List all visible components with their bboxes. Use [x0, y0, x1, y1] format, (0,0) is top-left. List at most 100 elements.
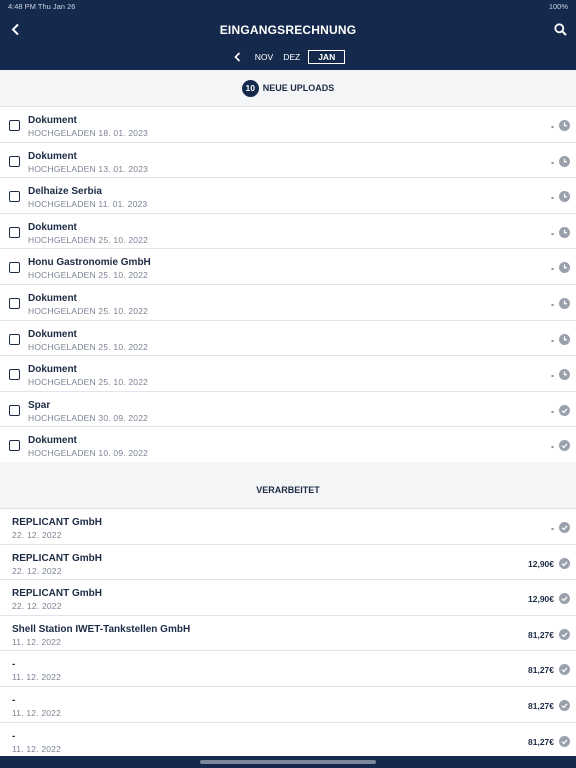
item-name: Spar — [28, 399, 51, 411]
clock-icon — [559, 120, 570, 131]
list-item[interactable]: Dokument HOCHGELADEN 13. 01. 2023 - — [0, 141, 576, 178]
item-date: HOCHGELADEN 13. 01. 2023 — [28, 163, 149, 174]
row-checkbox[interactable] — [9, 262, 20, 274]
status-time: 4:48 PM Thu Jan 26 — [8, 2, 76, 11]
item-name: Dokument — [28, 221, 77, 233]
row-checkbox[interactable] — [9, 440, 20, 452]
uploads-section-header: 10 NEUE UPLOADS — [0, 70, 576, 106]
row-checkbox[interactable] — [9, 120, 20, 131]
uploads-count-badge: 10 — [241, 79, 259, 97]
list-item[interactable]: REPLICANT GmbH 22. 12. 2022 12,90€ — [0, 543, 576, 580]
list-item[interactable]: REPLICANT GmbH 22. 12. 2022 - — [0, 508, 576, 544]
processed-section-header: VERARBEITET — [0, 472, 576, 508]
list-item[interactable]: Shell Station IWET-Tankstellen GmbH 11. 1… — [0, 614, 576, 651]
item-amount: 12,90€ — [528, 558, 554, 569]
list-item[interactable]: Dokument HOCHGELADEN 25. 10. 2022 - — [0, 283, 576, 320]
item-name: REPLICANT GmbH — [12, 552, 102, 564]
item-date: 22. 12. 2022 — [12, 530, 62, 540]
processed-section-title: VERARBEITET — [256, 485, 320, 495]
item-name: - — [12, 730, 16, 742]
item-name: Delhaize Serbia — [28, 186, 102, 198]
item-amount: 81,27€ — [528, 700, 554, 711]
home-indicator-area — [0, 756, 576, 768]
check-icon — [559, 440, 570, 452]
row-checkbox[interactable] — [9, 369, 20, 381]
item-name: Dokument — [28, 435, 77, 447]
clock-icon — [559, 297, 570, 309]
processed-list: REPLICANT GmbH 22. 12. 2022- REPLICANT Gmb… — [0, 508, 576, 758]
row-checkbox[interactable] — [9, 333, 20, 345]
item-date: 22. 12. 2022 — [12, 601, 62, 612]
chevron-left-icon — [234, 52, 241, 62]
list-item[interactable]: Dokument HOCHGELADEN 10. 09. 2022 - — [0, 426, 576, 462]
item-date: 11. 12. 2022 — [12, 636, 62, 647]
list-item[interactable]: -11. 12. 2022 81,27€ — [0, 721, 576, 758]
item-amount: - — [551, 121, 554, 131]
search-button[interactable] — [550, 20, 570, 38]
list-item[interactable]: -11. 12. 2022 81,27€ — [0, 650, 576, 686]
item-amount: - — [551, 441, 554, 452]
item-name: Honu Gastronomie GmbH — [28, 257, 151, 269]
search-icon — [553, 22, 567, 36]
item-name: - — [12, 659, 16, 671]
list-item[interactable]: Dokument HOCHGELADEN 18. 01. 2023 - — [0, 106, 576, 142]
item-date: 11. 12. 2022 — [12, 743, 62, 754]
item-amount: - — [551, 298, 554, 309]
item-amount: 81,27€ — [528, 629, 554, 640]
clock-icon — [559, 191, 570, 203]
item-name: Shell Station IWET-Tankstellen GmbH — [12, 623, 191, 635]
row-checkbox[interactable] — [9, 191, 20, 203]
uploads-list: Dokument HOCHGELADEN 18. 01. 2023- Dokumen… — [0, 106, 576, 462]
status-bar: 4:48 PM Thu Jan 26 100% — [8, 2, 568, 12]
clock-icon — [559, 226, 570, 238]
item-amount: - — [551, 370, 554, 381]
item-date: HOCHGELADEN 25. 10. 2022 — [28, 377, 149, 388]
check-icon — [559, 699, 570, 711]
clock-icon — [559, 369, 570, 381]
home-indicator[interactable] — [200, 760, 376, 764]
item-name: Dokument — [28, 115, 77, 126]
row-checkbox[interactable] — [9, 226, 20, 238]
item-date: HOCHGELADEN 25. 10. 2022 — [28, 234, 149, 245]
item-date: 22. 12. 2022 — [12, 565, 62, 576]
list-item[interactable]: Dokument HOCHGELADEN 25. 10. 2022 - — [0, 355, 576, 391]
list-item[interactable]: Honu Gastronomie GmbH HOCHGELADEN 25. 10.… — [0, 248, 576, 284]
uploads-section-title: NEUE UPLOADS — [262, 83, 335, 93]
item-date: HOCHGELADEN 25. 10. 2022 — [28, 270, 149, 281]
month-tab-dez[interactable]: DEZ — [281, 51, 302, 63]
item-amount: - — [551, 156, 554, 167]
month-tab-nov[interactable]: NOV — [253, 51, 275, 63]
item-name: Dokument — [28, 150, 77, 162]
row-checkbox[interactable] — [9, 404, 20, 416]
list-item[interactable]: REPLICANT GmbH 22. 12. 2022 12,90€ — [0, 579, 576, 615]
list-item[interactable]: Dokument HOCHGELADEN 25. 10. 2022 - — [0, 319, 576, 356]
item-name: REPLICANT GmbH — [12, 517, 102, 528]
list-item[interactable]: Dokument HOCHGELADEN 25. 10. 2022 - — [0, 212, 576, 249]
clock-icon — [559, 262, 570, 274]
check-icon — [559, 628, 570, 640]
item-name: Dokument — [28, 292, 77, 304]
previous-month-button[interactable] — [231, 51, 245, 63]
month-selector: NOV DEZ JAN — [0, 50, 576, 64]
list-item[interactable]: Delhaize Serbia HOCHGELADEN 11. 01. 2023 - — [0, 177, 576, 213]
item-date: HOCHGELADEN 11. 01. 2023 — [28, 199, 148, 210]
item-date: HOCHGELADEN 10. 09. 2022 — [28, 448, 149, 459]
item-amount: 81,27€ — [528, 665, 554, 676]
list-item[interactable]: -11. 12. 2022 81,27€ — [0, 685, 576, 722]
list-item[interactable]: Spar HOCHGELADEN 30. 09. 2022 - — [0, 390, 576, 427]
check-icon — [559, 404, 570, 416]
item-date: 11. 12. 2022 — [12, 672, 62, 683]
item-amount: - — [551, 334, 554, 345]
check-icon — [559, 522, 570, 533]
status-battery: 100% — [548, 2, 568, 11]
row-checkbox[interactable] — [9, 155, 20, 167]
item-amount: - — [551, 405, 554, 416]
month-tab-jan[interactable]: JAN — [308, 50, 346, 64]
item-date: HOCHGELADEN 25. 10. 2022 — [28, 305, 149, 316]
page-title: EINGANGSRECHNUNG — [219, 23, 357, 37]
check-icon — [559, 664, 570, 676]
item-amount: 12,90€ — [528, 594, 554, 605]
row-checkbox[interactable] — [9, 297, 20, 309]
item-amount: 81,27€ — [528, 736, 554, 747]
item-date: 11. 12. 2022 — [12, 707, 62, 718]
